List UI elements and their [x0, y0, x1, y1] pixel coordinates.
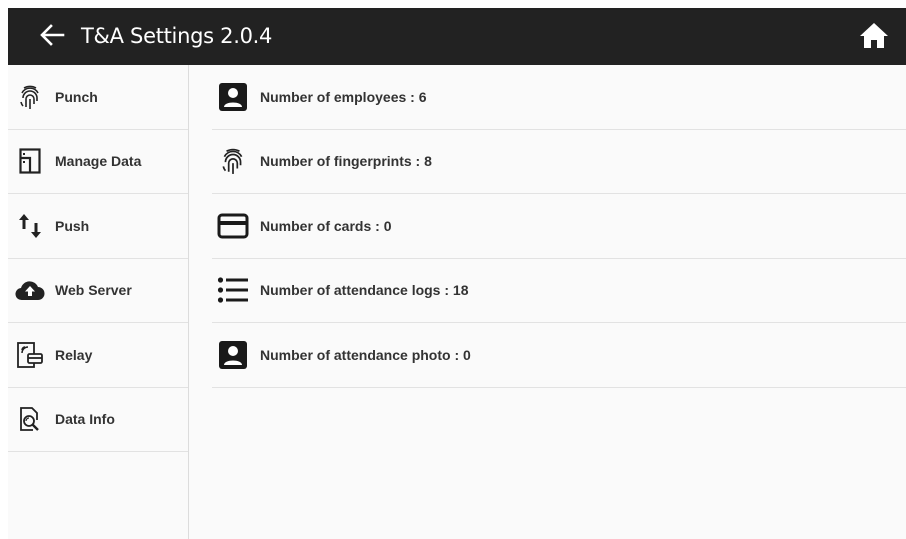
sidebar-item-web-server[interactable]: Web Server: [8, 259, 188, 323]
contact-card-icon: [216, 338, 250, 372]
info-row-cards: Number of cards : 0: [212, 194, 906, 259]
sidebar-item-label: Relay: [55, 346, 93, 363]
sidebar-item-relay[interactable]: Relay: [8, 323, 188, 388]
page-title: T&A Settings 2.0.4: [81, 24, 273, 48]
top-bar: T&A Settings 2.0.4: [8, 8, 906, 65]
door-relay-icon: [15, 340, 45, 370]
credit-card-icon: [216, 209, 250, 243]
info-row-fingerprints: Number of fingerprints : 8: [212, 130, 906, 194]
app-frame: T&A Settings 2.0.4 Punch Manage Data Pus…: [8, 8, 906, 539]
info-panel: Number of employees : 6 Number of finger…: [212, 65, 906, 388]
storage-icon: [15, 146, 45, 176]
sidebar-item-punch[interactable]: Punch: [8, 65, 188, 130]
home-button[interactable]: [857, 20, 891, 54]
home-icon: [859, 21, 889, 54]
arrow-left-icon: [39, 23, 65, 52]
sidebar-item-label: Data Info: [55, 411, 115, 428]
sidebar: Punch Manage Data Push Web Server Relay …: [8, 65, 189, 539]
info-attendance-photo-text: Number of attendance photo : 0: [260, 346, 471, 363]
contact-card-icon: [216, 80, 250, 114]
sidebar-item-manage-data[interactable]: Manage Data: [8, 130, 188, 194]
info-row-employees: Number of employees : 6: [212, 65, 906, 130]
fingerprint-icon: [216, 144, 250, 178]
fingerprint-icon: [15, 82, 45, 112]
sidebar-item-label: Push: [55, 217, 90, 234]
sidebar-item-push[interactable]: Push: [8, 194, 188, 259]
info-fingerprints-text: Number of fingerprints : 8: [260, 153, 432, 170]
info-employees-text: Number of employees : 6: [260, 88, 427, 105]
sidebar-item-data-info[interactable]: Data Info: [8, 388, 188, 452]
sidebar-item-label: Punch: [55, 88, 98, 105]
info-row-attendance-photo: Number of attendance photo : 0: [212, 323, 906, 388]
info-row-attendance-logs: Number of attendance logs : 18: [212, 259, 906, 323]
document-search-icon: [15, 404, 45, 434]
info-cards-text: Number of cards : 0: [260, 217, 392, 234]
cloud-upload-icon: [15, 275, 45, 305]
sidebar-item-label: Manage Data: [55, 153, 142, 170]
back-button[interactable]: [35, 20, 69, 54]
sidebar-item-label: Web Server: [55, 282, 132, 299]
list-icon: [216, 273, 250, 307]
up-down-arrows-icon: [15, 211, 45, 241]
info-attendance-logs-text: Number of attendance logs : 18: [260, 282, 469, 299]
